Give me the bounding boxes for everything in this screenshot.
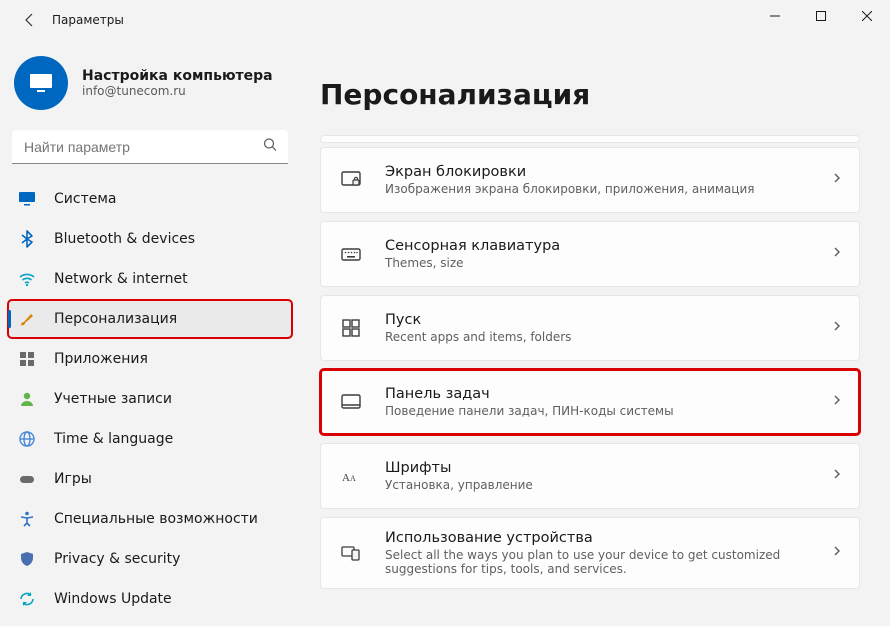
card-subtitle: Recent apps and items, folders bbox=[385, 330, 821, 344]
close-icon bbox=[862, 11, 872, 21]
account-text: Настройка компьютера info@tunecom.ru bbox=[82, 68, 273, 98]
minimize-icon bbox=[770, 11, 780, 21]
maximize-icon bbox=[816, 11, 826, 21]
card-subtitle: Themes, size bbox=[385, 256, 821, 270]
sidebar: Настройка компьютера info@tunecom.ru Сис… bbox=[0, 40, 300, 626]
sidebar-item-label: Privacy & security bbox=[54, 551, 180, 567]
keyboard-icon bbox=[339, 243, 363, 265]
sidebar-item-label: Time & language bbox=[54, 431, 173, 447]
chevron-right-icon bbox=[831, 172, 843, 188]
main-pane: Персонализация Экран блокировки Изображен… bbox=[300, 40, 890, 626]
sidebar-item-accounts[interactable]: Учетные записи bbox=[8, 380, 292, 418]
start-icon bbox=[339, 317, 363, 339]
desktop-icon bbox=[27, 69, 55, 97]
sidebar-item-personalize[interactable]: Персонализация bbox=[8, 300, 292, 338]
sidebar-item-accessibility[interactable]: Специальные возможности bbox=[8, 500, 292, 538]
sidebar-item-label: Network & internet bbox=[54, 271, 188, 287]
sidebar-item-label: Игры bbox=[54, 471, 92, 487]
account-block[interactable]: Настройка компьютера info@tunecom.ru bbox=[8, 40, 292, 130]
wifi-icon bbox=[18, 270, 36, 288]
shield-icon bbox=[18, 550, 36, 568]
sidebar-item-privacy[interactable]: Privacy & security bbox=[8, 540, 292, 578]
account-email: info@tunecom.ru bbox=[82, 84, 273, 98]
card-title: Шрифты bbox=[385, 460, 821, 476]
chevron-right-icon bbox=[831, 394, 843, 410]
close-button[interactable] bbox=[844, 0, 890, 32]
search-icon bbox=[263, 138, 278, 157]
brush-icon bbox=[18, 310, 36, 328]
card-title: Сенсорная клавиатура bbox=[385, 238, 821, 254]
chevron-right-icon bbox=[831, 246, 843, 262]
sidebar-item-bluetooth[interactable]: Bluetooth & devices bbox=[8, 220, 292, 258]
sidebar-item-update[interactable]: Windows Update bbox=[8, 580, 292, 618]
usage-icon bbox=[339, 542, 363, 564]
card-body: Пуск Recent apps and items, folders bbox=[385, 312, 821, 344]
sidebar-item-apps[interactable]: Приложения bbox=[8, 340, 292, 378]
window-title: Параметры bbox=[52, 13, 124, 27]
sidebar-item-network[interactable]: Network & internet bbox=[8, 260, 292, 298]
card-subtitle: Select all the ways you plan to use your… bbox=[385, 548, 821, 576]
sidebar-item-label: Специальные возможности bbox=[54, 511, 258, 527]
card-start[interactable]: Пуск Recent apps and items, folders bbox=[320, 295, 860, 361]
window-controls bbox=[752, 0, 890, 32]
card-subtitle: Изображения экрана блокировки, приложени… bbox=[385, 182, 821, 196]
page-title: Персонализация bbox=[320, 78, 860, 111]
chevron-right-icon bbox=[831, 320, 843, 336]
refresh-icon bbox=[18, 590, 36, 608]
sidebar-item-system[interactable]: Система bbox=[8, 180, 292, 218]
card-title: Пуск bbox=[385, 312, 821, 328]
card-body: Экран блокировки Изображения экрана блоки… bbox=[385, 164, 821, 196]
sidebar-item-label: Учетные записи bbox=[54, 391, 172, 407]
lockscreen-icon bbox=[339, 169, 363, 191]
avatar bbox=[14, 56, 68, 110]
sidebar-item-label: Bluetooth & devices bbox=[54, 231, 195, 247]
card-touchkb[interactable]: Сенсорная клавиатура Themes, size bbox=[320, 221, 860, 287]
card-usage[interactable]: Использование устройства Select all the w… bbox=[320, 517, 860, 589]
card-subtitle: Поведение панели задач, ПИН-коды системы bbox=[385, 404, 821, 418]
bluetooth-icon bbox=[18, 230, 36, 248]
card-fonts[interactable]: Шрифты Установка, управление bbox=[320, 443, 860, 509]
grid-icon bbox=[18, 350, 36, 368]
accessibility-icon bbox=[18, 510, 36, 528]
card-subtitle: Установка, управление bbox=[385, 478, 821, 492]
minimize-button[interactable] bbox=[752, 0, 798, 32]
card-title: Использование устройства bbox=[385, 530, 821, 546]
sidebar-item-label: Система bbox=[54, 191, 116, 207]
arrow-left-icon bbox=[22, 12, 38, 28]
chevron-right-icon bbox=[831, 468, 843, 484]
card-title: Панель задач bbox=[385, 386, 821, 402]
card-body: Панель задач Поведение панели задач, ПИН-… bbox=[385, 386, 821, 418]
chevron-right-icon bbox=[831, 545, 843, 561]
card-body: Использование устройства Select all the w… bbox=[385, 530, 821, 576]
sidebar-item-label: Windows Update bbox=[54, 591, 172, 607]
card-stub[interactable] bbox=[320, 135, 860, 143]
sidebar-item-gaming[interactable]: Игры bbox=[8, 460, 292, 498]
card-lock[interactable]: Экран блокировки Изображения экрана блоки… bbox=[320, 147, 860, 213]
card-taskbar[interactable]: Панель задач Поведение панели задач, ПИН-… bbox=[320, 369, 860, 435]
monitor-icon bbox=[18, 190, 36, 208]
sidebar-item-label: Персонализация bbox=[54, 311, 177, 327]
taskbar-icon bbox=[339, 391, 363, 413]
nav-list: Система Bluetooth & devices Network & inte… bbox=[8, 180, 292, 618]
settings-window: Параметры Настройка компьютера info@tun bbox=[0, 0, 890, 626]
fonts-icon bbox=[339, 465, 363, 487]
gamepad-icon bbox=[18, 470, 36, 488]
card-title: Экран блокировки bbox=[385, 164, 821, 180]
card-body: Шрифты Установка, управление bbox=[385, 460, 821, 492]
search-input[interactable] bbox=[12, 130, 288, 164]
globe-icon bbox=[18, 430, 36, 448]
account-name: Настройка компьютера bbox=[82, 68, 273, 84]
titlebar: Параметры bbox=[0, 0, 890, 40]
back-button[interactable] bbox=[12, 2, 48, 38]
search-box bbox=[12, 130, 288, 164]
card-body: Сенсорная клавиатура Themes, size bbox=[385, 238, 821, 270]
sidebar-item-label: Приложения bbox=[54, 351, 148, 367]
sidebar-item-time[interactable]: Time & language bbox=[8, 420, 292, 458]
card-list: Экран блокировки Изображения экрана блоки… bbox=[320, 135, 860, 589]
maximize-button[interactable] bbox=[798, 0, 844, 32]
person-icon bbox=[18, 390, 36, 408]
